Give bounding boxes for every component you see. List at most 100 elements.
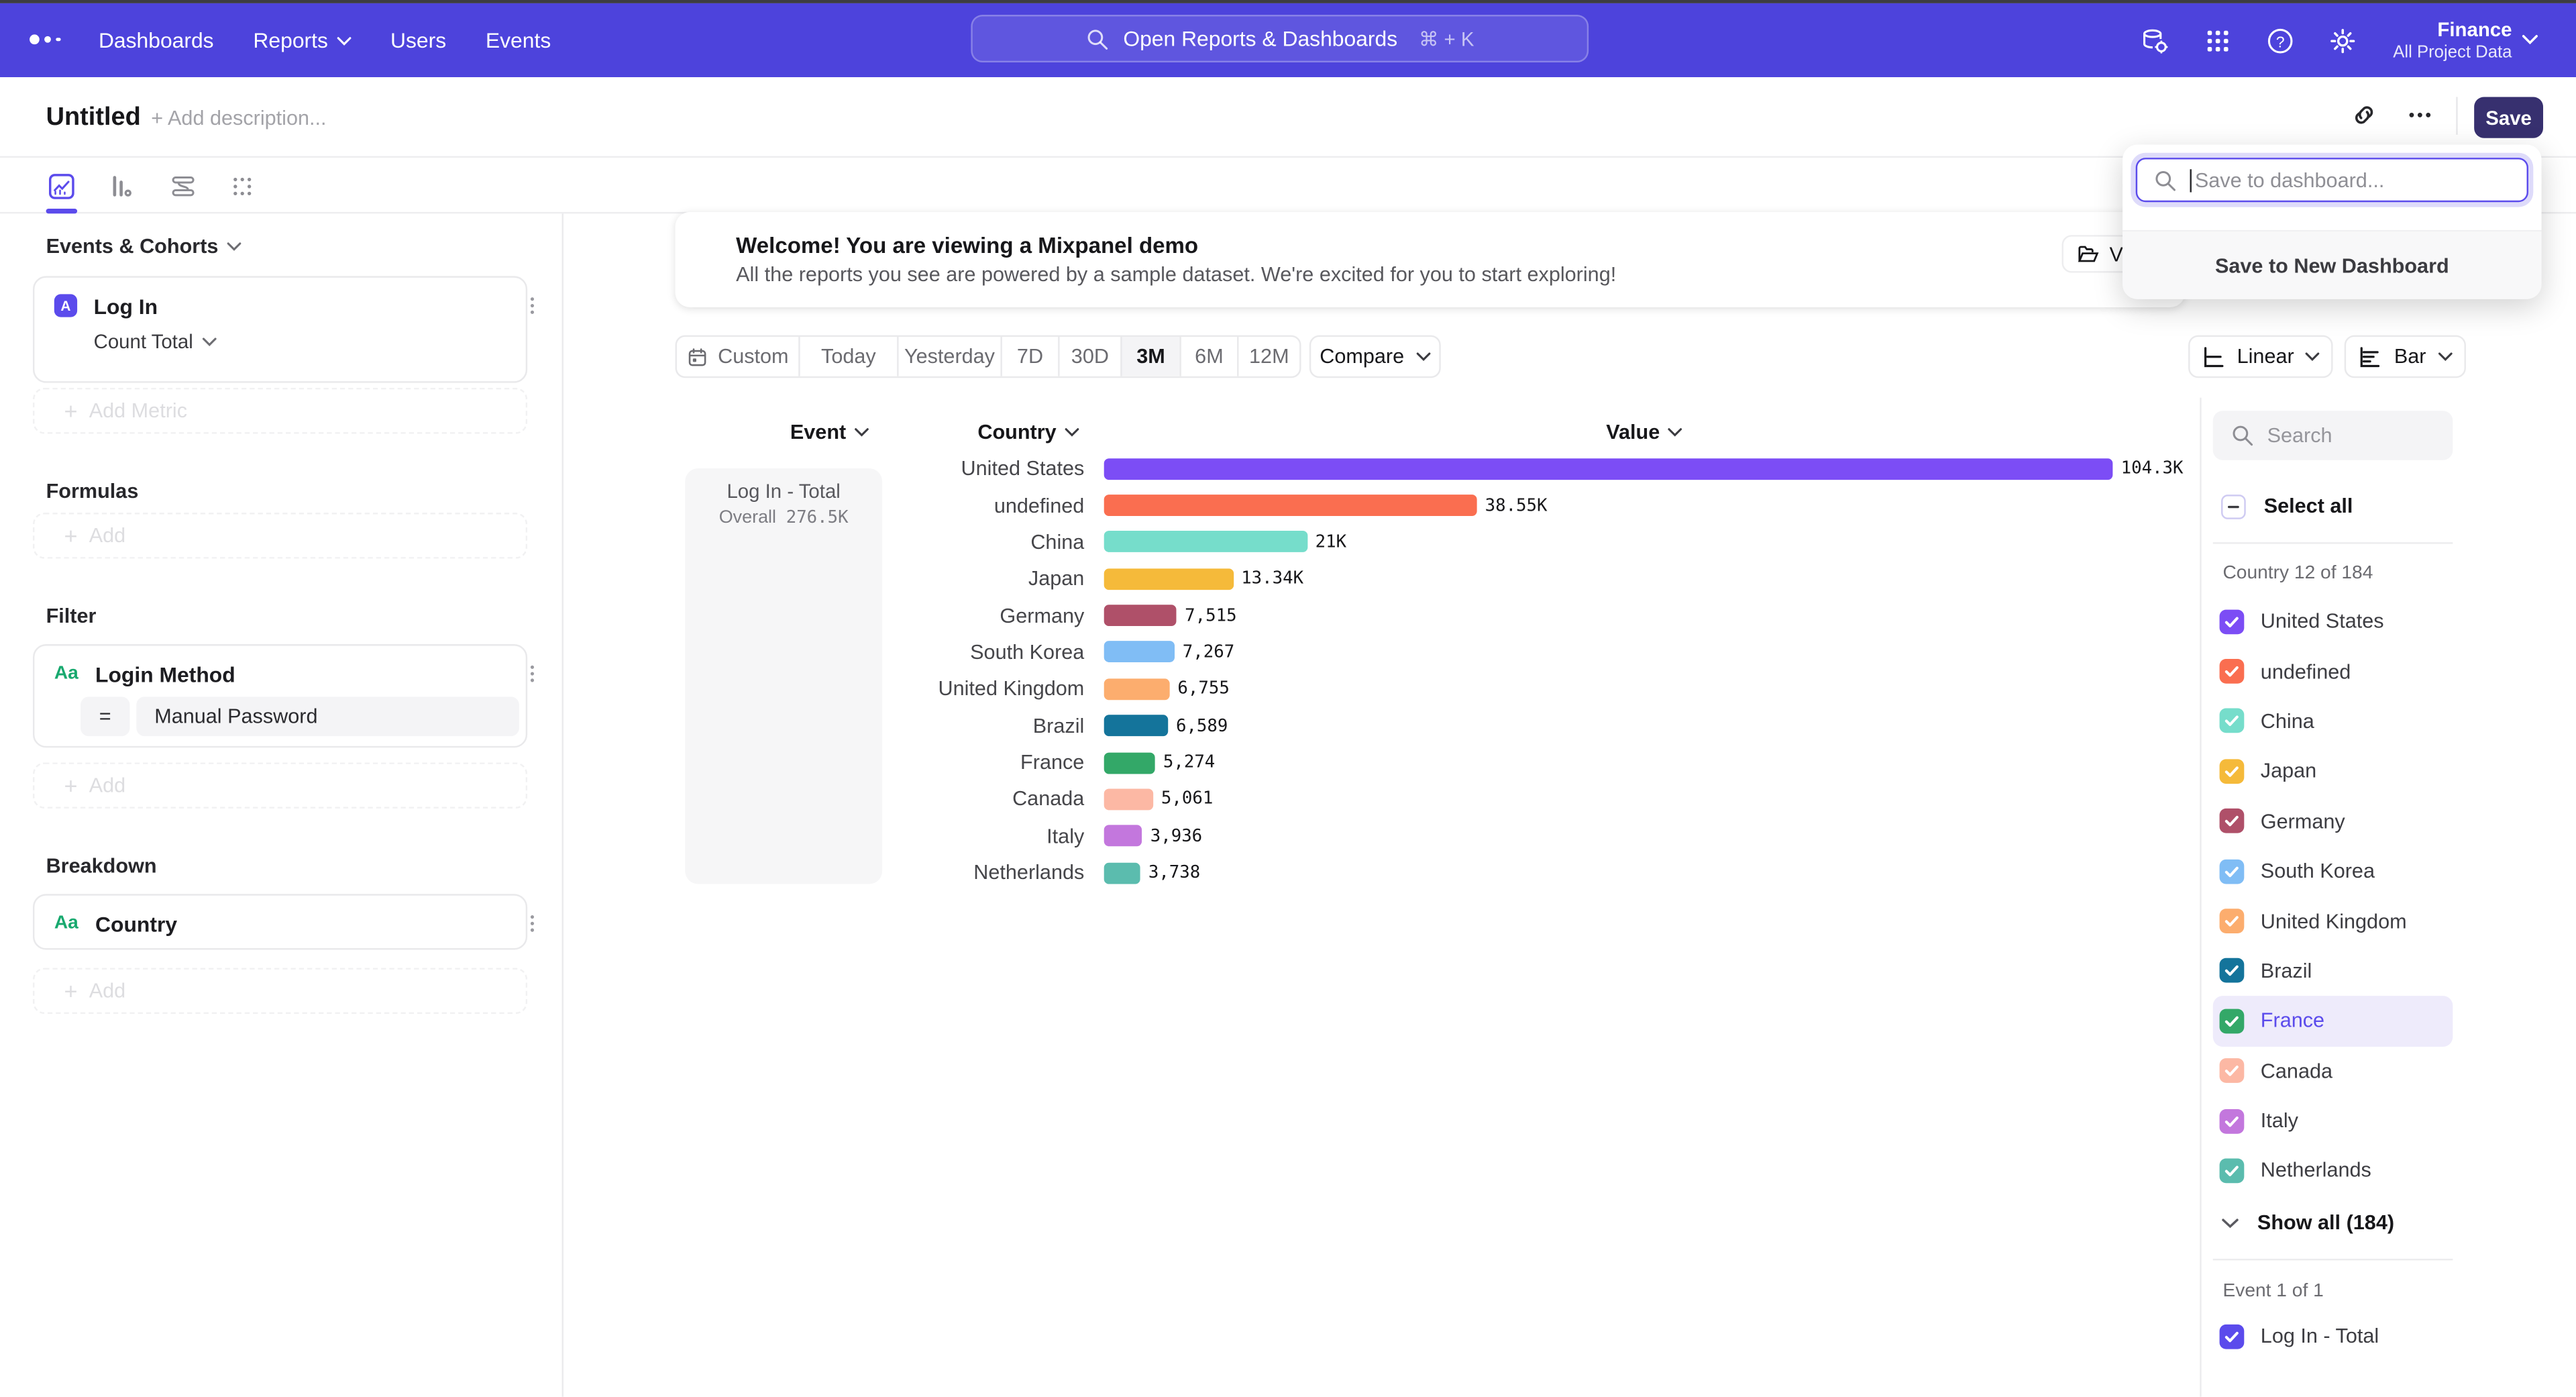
tab-users[interactable] (222, 158, 262, 213)
bar-chart-row[interactable]: South Korea7,267 (685, 634, 2185, 671)
bar[interactable] (1104, 458, 2113, 479)
breakdown-card[interactable]: Aa Country (33, 894, 527, 949)
select-all-checkbox[interactable] (2221, 494, 2246, 519)
add-filter-button[interactable]: + Add (33, 762, 527, 809)
add-metric-button[interactable]: + Add Metric (33, 388, 527, 434)
legend-item[interactable]: South Korea (2213, 846, 2453, 896)
bar[interactable] (1104, 862, 1140, 884)
legend-checkbox[interactable] (2220, 809, 2245, 834)
bar-chart-row[interactable]: France5,274 (685, 744, 2185, 781)
bar-chart-row[interactable]: Brazil6,589 (685, 707, 2185, 744)
bar[interactable] (1104, 531, 1307, 553)
event-card[interactable]: A Log In Count Total (33, 276, 527, 382)
legend-checkbox[interactable] (2220, 909, 2245, 933)
save-to-new-dashboard-button[interactable]: Save to New Dashboard (2123, 231, 2541, 299)
legend-item[interactable]: Canada (2213, 1046, 2453, 1096)
bar-chart-row[interactable]: China21K (685, 524, 2185, 561)
nav-item-reports[interactable]: Reports (253, 28, 351, 53)
help-icon[interactable]: ? (2265, 25, 2295, 55)
settings-gear-icon[interactable] (2328, 25, 2357, 55)
legend-item[interactable]: Log In - Total (2213, 1311, 2453, 1361)
column-header-event[interactable]: Event (685, 419, 869, 445)
event-measure-selector[interactable]: Count Total (94, 330, 216, 353)
tab-insights[interactable] (41, 158, 80, 213)
bar-chart-row[interactable]: undefined38.55K (685, 487, 2185, 524)
data-warehouse-icon[interactable] (2141, 25, 2170, 55)
chevron-down-icon[interactable] (2522, 34, 2538, 46)
legend-item[interactable]: Brazil (2213, 946, 2453, 996)
select-all-row[interactable]: Select all (2213, 486, 2453, 526)
bar-chart-row[interactable]: Japan13.34K (685, 560, 2185, 597)
legend-item[interactable]: Germany (2213, 796, 2453, 846)
bar-chart-row[interactable]: Germany7,515 (685, 597, 2185, 634)
bar[interactable] (1104, 678, 1169, 700)
range-button-7d[interactable]: 7D (1000, 337, 1058, 376)
filter-operator[interactable]: = (80, 696, 129, 736)
global-search-button[interactable]: Open Reports & Dashboards ⌘ + K (971, 15, 1589, 62)
filter-kebab-icon[interactable] (521, 662, 543, 685)
filter-card[interactable]: Aa Login Method = Manual Password (33, 644, 527, 747)
chart-type-selector[interactable]: Bar (2345, 335, 2466, 378)
scale-selector[interactable]: Linear (2188, 335, 2333, 378)
compare-button[interactable]: Compare (1309, 335, 1441, 378)
bar-chart-row[interactable]: Netherlands3,738 (685, 854, 2185, 891)
filter-value[interactable]: Manual Password (136, 696, 519, 736)
column-header-country[interactable]: Country (896, 419, 1079, 445)
range-button-30d[interactable]: 30D (1058, 337, 1120, 376)
bar-chart-row[interactable]: Italy3,936 (685, 818, 2185, 855)
column-header-value[interactable]: Value (1104, 419, 2185, 445)
apps-grid-icon[interactable] (2203, 25, 2233, 55)
legend-checkbox[interactable] (2220, 1108, 2245, 1133)
events-section-header[interactable]: Events & Cohorts (46, 234, 241, 258)
legend-checkbox[interactable] (2220, 1158, 2245, 1183)
bar-chart-row[interactable]: United States104.3K (685, 450, 2185, 487)
range-button-today[interactable]: Today (798, 337, 897, 376)
legend-checkbox[interactable] (2220, 1008, 2245, 1033)
tab-flows[interactable] (162, 158, 202, 213)
filter-property-name[interactable]: Login Method (95, 662, 235, 687)
legend-item[interactable]: United States (2213, 597, 2453, 646)
breakdown-property-name[interactable]: Country (95, 912, 177, 937)
bar[interactable] (1104, 568, 1233, 590)
bar[interactable] (1104, 495, 1477, 516)
legend-search-input[interactable]: Search (2213, 411, 2453, 460)
legend-checkbox[interactable] (2220, 709, 2245, 734)
share-link-icon[interactable] (2349, 100, 2379, 130)
bar[interactable] (1104, 825, 1142, 847)
legend-item[interactable]: Japan (2213, 746, 2453, 796)
project-selector[interactable]: Finance All Project Data (2375, 3, 2512, 77)
more-options-icon[interactable] (2405, 100, 2434, 130)
nav-item-events[interactable]: Events (486, 28, 551, 53)
mixpanel-logo-icon[interactable] (30, 34, 60, 44)
legend-checkbox[interactable] (2220, 1324, 2245, 1349)
bar[interactable] (1104, 752, 1155, 774)
bar[interactable] (1104, 605, 1177, 626)
event-name[interactable]: Log In (94, 294, 158, 319)
legend-checkbox[interactable] (2220, 609, 2245, 634)
range-button-custom[interactable]: Custom (677, 337, 798, 376)
show-all-button[interactable]: Show all (184) (2213, 1203, 2453, 1243)
nav-item-users[interactable]: Users (390, 28, 446, 53)
add-breakdown-button[interactable]: + Add (33, 968, 527, 1014)
range-button-yesterday[interactable]: Yesterday (897, 337, 1000, 376)
range-button-6m[interactable]: 6M (1179, 337, 1237, 376)
legend-checkbox[interactable] (2220, 959, 2245, 984)
nav-item-dashboards[interactable]: Dashboards (99, 28, 214, 53)
range-button-3m[interactable]: 3M (1120, 337, 1179, 376)
save-to-dashboard-input[interactable]: Save to dashboard... (2136, 158, 2528, 202)
legend-checkbox[interactable] (2220, 1059, 2245, 1084)
save-button[interactable]: Save (2474, 97, 2543, 138)
legend-item[interactable]: Netherlands (2213, 1146, 2453, 1196)
add-description-button[interactable]: + Add description... (151, 107, 326, 132)
add-formula-button[interactable]: + Add (33, 513, 527, 559)
bar[interactable] (1104, 641, 1175, 663)
bar[interactable] (1104, 788, 1153, 810)
breakdown-kebab-icon[interactable] (521, 912, 543, 935)
range-button-12m[interactable]: 12M (1237, 337, 1299, 376)
tab-funnels[interactable] (102, 158, 142, 213)
bar-chart-row[interactable]: United Kingdom6,755 (685, 671, 2185, 708)
legend-item[interactable]: United Kingdom (2213, 896, 2453, 946)
legend-item[interactable]: Italy (2213, 1096, 2453, 1145)
bar-chart-row[interactable]: Canada5,061 (685, 781, 2185, 818)
legend-item[interactable]: France (2213, 996, 2453, 1045)
